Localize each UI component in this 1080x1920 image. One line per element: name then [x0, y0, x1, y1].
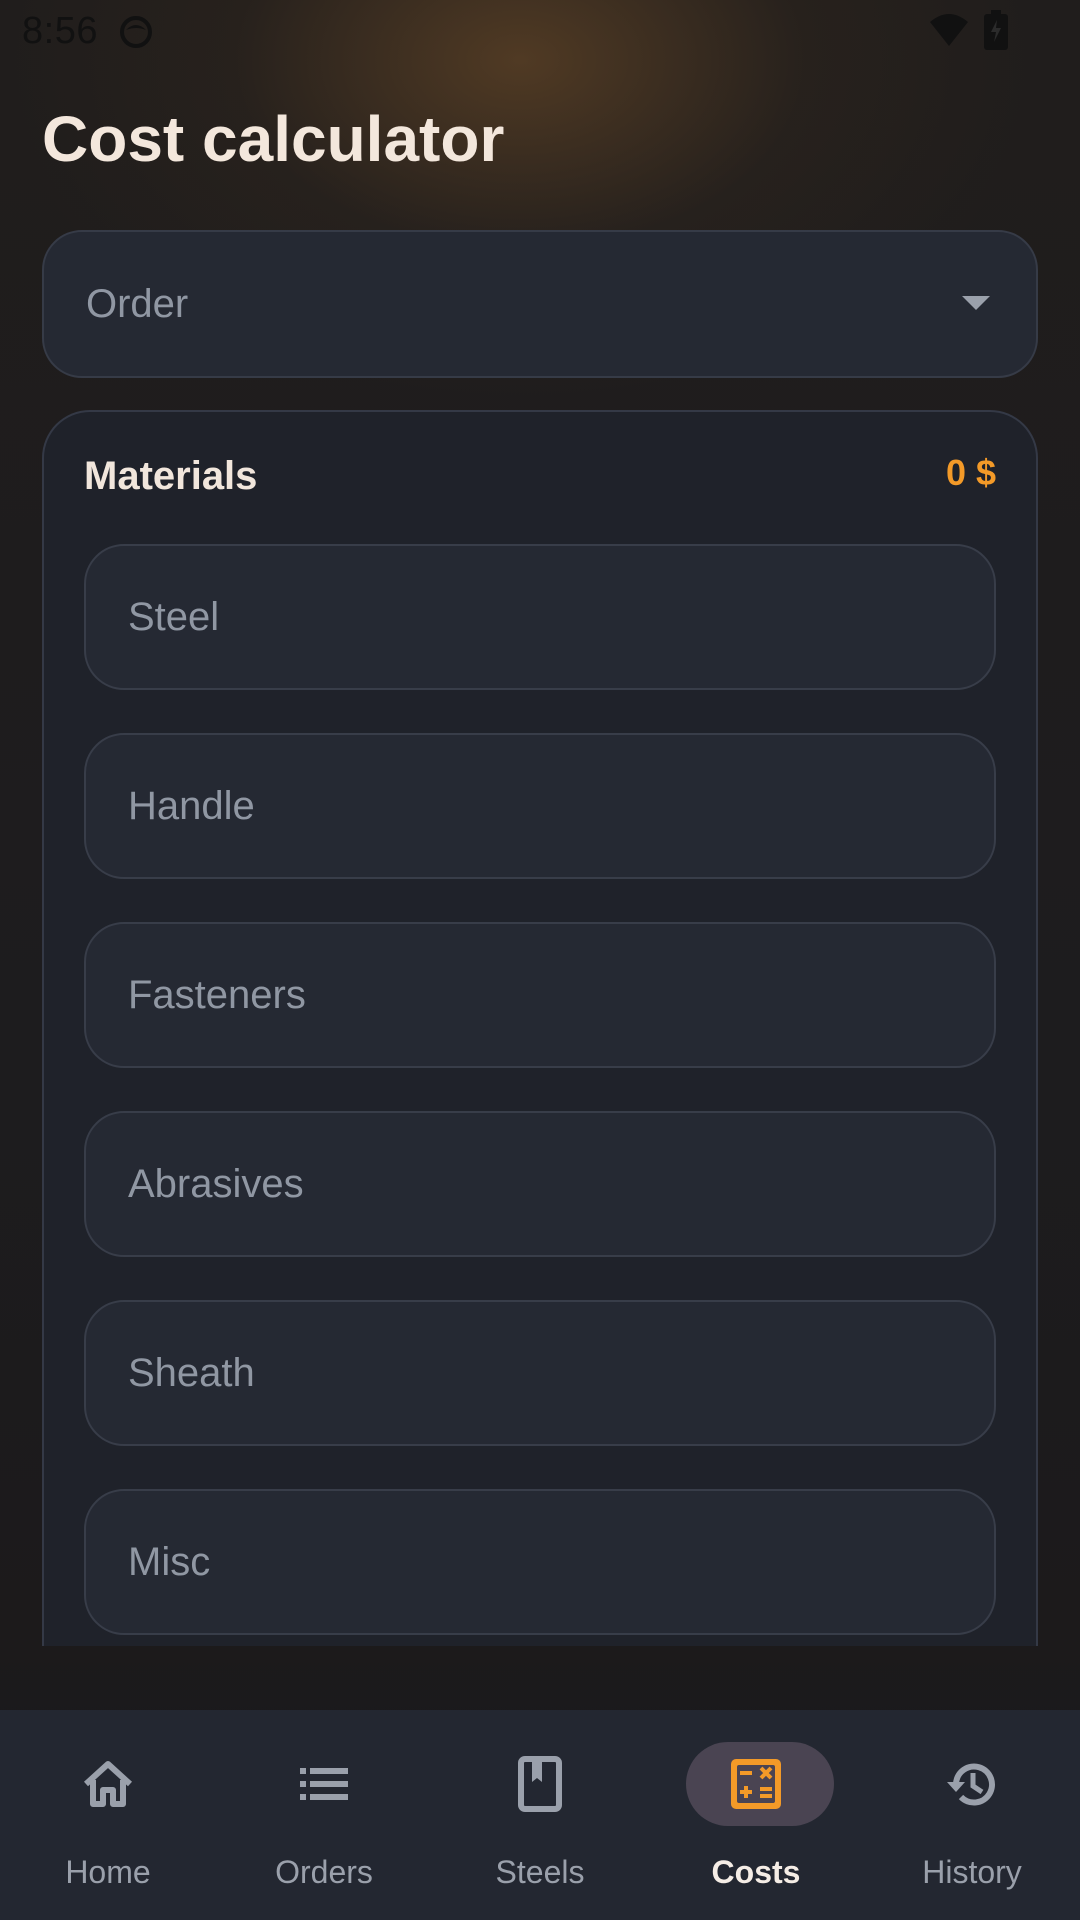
book-icon: [518, 1756, 562, 1812]
misc-field-placeholder: Misc: [128, 1539, 211, 1584]
misc-field[interactable]: Misc: [84, 1489, 996, 1635]
calculator-icon: [731, 1759, 781, 1809]
nav-item-steels[interactable]: Steels: [432, 1710, 648, 1920]
materials-title: Materials: [84, 454, 258, 498]
nav-item-orders[interactable]: Orders: [216, 1710, 432, 1920]
nav-label-steels: Steels: [495, 1854, 585, 1890]
nav-label-history: History: [922, 1854, 1022, 1890]
handle-field-placeholder: Handle: [128, 783, 255, 828]
home-icon: [83, 1761, 133, 1807]
history-icon: [947, 1763, 995, 1806]
nav-label-home: Home: [65, 1854, 151, 1890]
page-title: Cost calculator: [42, 103, 505, 175]
sheath-field-placeholder: Sheath: [128, 1350, 255, 1395]
materials-card: Materials 0 $ Steel Handle Fasteners Abr…: [42, 410, 1038, 1646]
status-time: 8:56: [22, 10, 98, 52]
wifi-icon: [930, 14, 968, 46]
order-dropdown[interactable]: Order: [42, 230, 1038, 378]
list-icon: [300, 1768, 348, 1800]
nav-item-history[interactable]: History: [864, 1710, 1080, 1920]
bottom-navigation: Home Orders Steels Costs History: [0, 1710, 1080, 1920]
abrasives-field-placeholder: Abrasives: [128, 1161, 304, 1206]
battery-icon: [984, 10, 1008, 50]
nav-label-costs: Costs: [711, 1854, 801, 1890]
order-dropdown-label: Order: [86, 281, 189, 326]
nav-item-home[interactable]: Home: [0, 1710, 216, 1920]
steel-field-placeholder: Steel: [128, 594, 220, 639]
sheath-field[interactable]: Sheath: [84, 1300, 996, 1446]
abrasives-field[interactable]: Abrasives: [84, 1111, 996, 1257]
handle-field[interactable]: Handle: [84, 733, 996, 879]
steel-field[interactable]: Steel: [84, 544, 996, 690]
fasteners-field[interactable]: Fasteners: [84, 922, 996, 1068]
status-bar: 8:56: [0, 0, 1080, 64]
materials-total: 0 $: [945, 452, 996, 493]
chevron-down-icon: [962, 296, 990, 310]
nav-item-costs[interactable]: Costs: [648, 1710, 864, 1920]
app-notification-icon: [120, 16, 152, 48]
fasteners-field-placeholder: Fasteners: [128, 972, 306, 1017]
nav-label-orders: Orders: [275, 1854, 373, 1890]
